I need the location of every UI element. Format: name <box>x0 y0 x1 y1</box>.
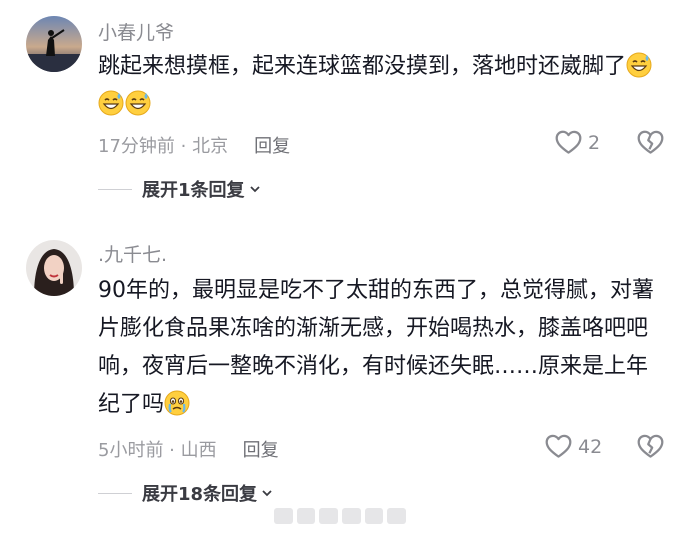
heart-icon <box>545 434 572 458</box>
like-button[interactable]: 2 <box>555 130 600 155</box>
grinning-sweat-emoji <box>98 90 124 116</box>
comment-meta: 17分钟前 · 北京 回复 <box>98 132 290 158</box>
comment-body: 跳起来想摸框，起来连球篮都没摸到，落地时还崴脚了 <box>98 54 627 79</box>
timestamp: 5小时前 <box>98 440 164 461</box>
separator: · <box>174 136 193 157</box>
like-count: 42 <box>578 435 603 458</box>
dislike-button[interactable] <box>637 130 664 159</box>
separator: · <box>163 440 181 461</box>
divider <box>98 188 132 190</box>
expand-replies-button[interactable]: 展开1条回复 <box>98 176 261 202</box>
avatar-image <box>26 240 82 296</box>
like-button[interactable]: 42 <box>545 434 602 459</box>
expand-label: 展开1条回复 <box>142 180 245 201</box>
grinning-sweat-emoji <box>125 90 151 116</box>
heart-icon <box>555 130 582 154</box>
grinning-sweat-emoji <box>626 52 652 78</box>
crying-emoji <box>164 390 190 416</box>
location: 山西 <box>180 440 217 461</box>
comment-text: 90年的，最明显是吃不了太甜的东西了，总觉得腻，对薯片膨化食品果冻啥的渐渐无感，… <box>98 272 668 424</box>
expand-label: 展开18条回复 <box>142 484 258 505</box>
dislike-button[interactable] <box>637 434 664 463</box>
like-count: 2 <box>588 131 601 154</box>
chevron-down-icon <box>262 490 272 497</box>
avatar-image <box>26 16 82 72</box>
broken-heart-icon <box>637 434 664 458</box>
avatar[interactable] <box>26 16 82 72</box>
username[interactable]: 小春儿爷 <box>98 18 174 45</box>
divider <box>98 492 132 494</box>
broken-heart-icon <box>637 130 664 154</box>
comment-meta: 5小时前 · 山西 回复 <box>98 436 279 462</box>
reply-button[interactable]: 回复 <box>243 440 279 461</box>
expand-replies-button[interactable]: 展开18条回复 <box>98 480 273 506</box>
chevron-down-icon <box>249 186 260 193</box>
avatar[interactable] <box>26 240 82 296</box>
watermark <box>274 506 407 526</box>
emoji-group <box>164 390 191 417</box>
location: 北京 <box>192 136 229 157</box>
comment-text: 跳起来想摸框，起来连球篮都没摸到，落地时还崴脚了 <box>98 48 668 124</box>
reply-button[interactable]: 回复 <box>254 136 290 157</box>
timestamp: 17分钟前 <box>98 136 175 157</box>
username[interactable]: .九千七. <box>98 240 167 267</box>
